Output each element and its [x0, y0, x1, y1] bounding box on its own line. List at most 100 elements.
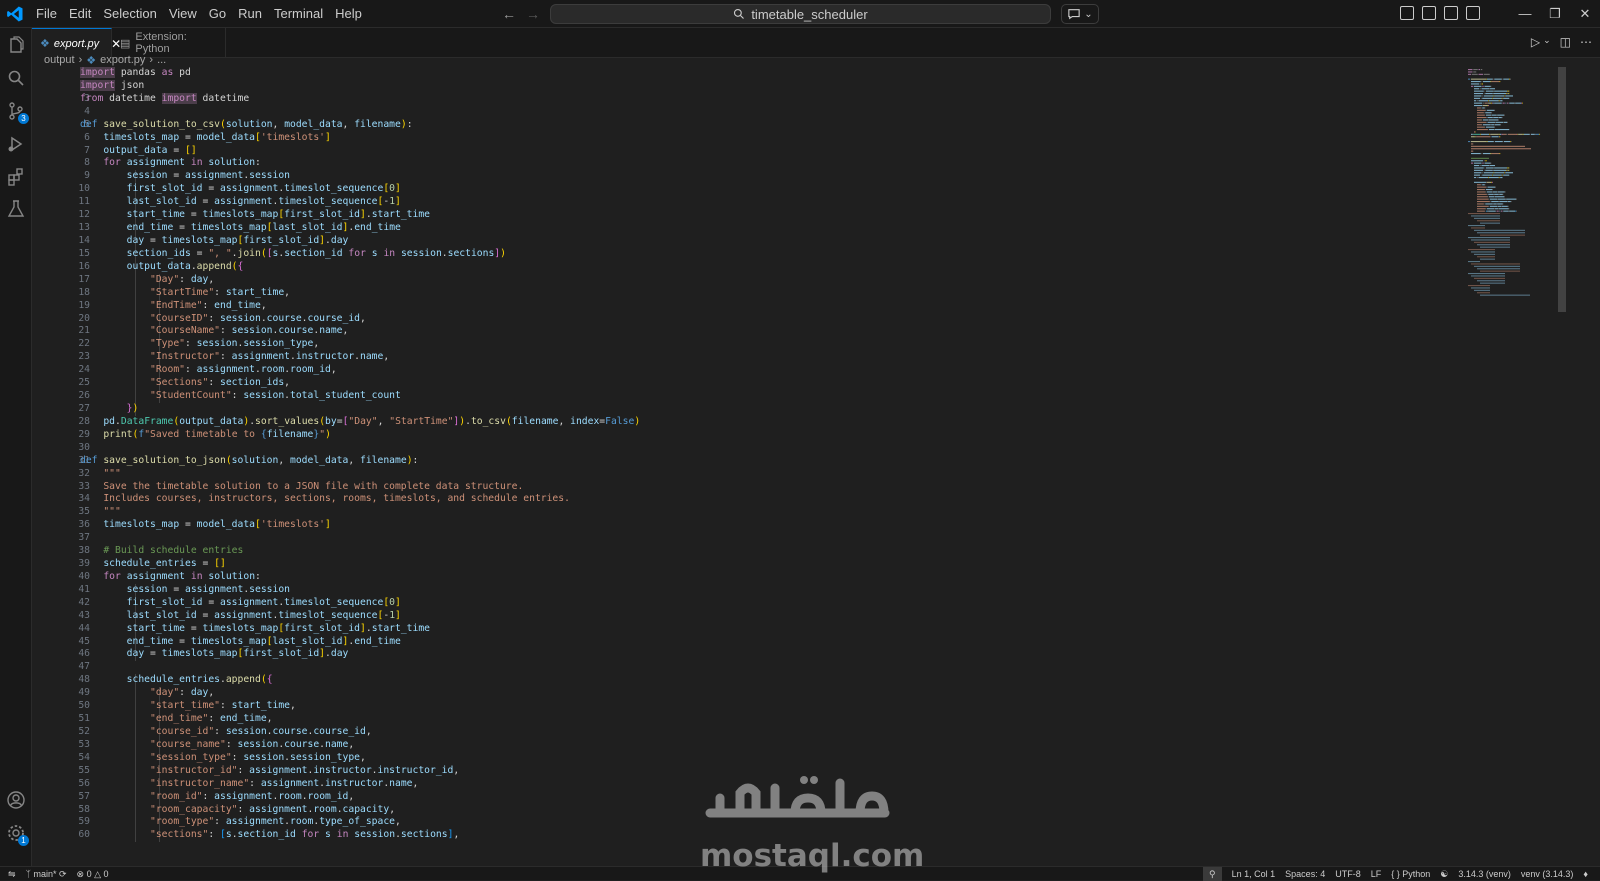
- extensions-icon[interactable]: [6, 167, 26, 187]
- code-line[interactable]: 46 day = timeslots_map[first_slot_id].da…: [32, 648, 1462, 662]
- code-line[interactable]: 42 first_slot_id = assignment.timeslot_s…: [32, 596, 1462, 610]
- code-editor[interactable]: 1import pandas as pd2import json3from da…: [32, 67, 1462, 845]
- code-line[interactable]: 13 end_time = timeslots_map[last_slot_id…: [32, 222, 1462, 235]
- encoding[interactable]: UTF-8: [1335, 869, 1361, 879]
- run-debug-icon[interactable]: [6, 134, 26, 154]
- minimap[interactable]: [1462, 67, 1558, 312]
- toggle-panel-icon[interactable]: [1444, 6, 1458, 20]
- code-line[interactable]: 8 for assignment in solution:: [32, 157, 1462, 170]
- code-line[interactable]: 45 end_time = timeslots_map[last_slot_id…: [32, 635, 1462, 649]
- code-line[interactable]: 50 "start_time": start_time,: [32, 700, 1462, 714]
- source-control-icon[interactable]: 3: [6, 101, 29, 124]
- menu-selection[interactable]: Selection: [97, 0, 162, 28]
- more-actions-icon[interactable]: ⋯: [1580, 35, 1592, 49]
- code-line[interactable]: 35 """: [32, 506, 1462, 519]
- code-line[interactable]: 1import pandas as pd: [32, 67, 1462, 80]
- bell-icon[interactable]: ♦: [1583, 869, 1588, 879]
- python-environment[interactable]: venv (3.14.3): [1521, 869, 1574, 879]
- code-line[interactable]: 37: [32, 532, 1462, 545]
- code-line[interactable]: 28 pd.DataFrame(output_data).sort_values…: [32, 416, 1462, 429]
- code-line[interactable]: 18 "StartTime": start_time,: [32, 286, 1462, 300]
- minimize-icon[interactable]: —: [1510, 0, 1540, 28]
- code-line[interactable]: 7 output_data = []: [32, 145, 1462, 158]
- code-line[interactable]: 27 }): [32, 402, 1462, 416]
- split-editor-icon[interactable]: ◫: [1560, 35, 1571, 49]
- code-line[interactable]: 10 first_slot_id = assignment.timeslot_s…: [32, 183, 1462, 197]
- restore-icon[interactable]: ❐: [1540, 0, 1570, 28]
- code-line[interactable]: 17 "Day": day,: [32, 273, 1462, 287]
- code-line[interactable]: 44 start_time = timeslots_map[first_slot…: [32, 622, 1462, 636]
- toggle-primary-sidebar-icon[interactable]: [1422, 6, 1436, 20]
- menu-file[interactable]: File: [30, 0, 63, 28]
- chevron-down-icon[interactable]: ⌄: [1543, 35, 1551, 49]
- search-icon[interactable]: [6, 68, 26, 88]
- code-line[interactable]: 24 "Room": assignment.room.room_id,: [32, 364, 1462, 378]
- code-line[interactable]: 12 start_time = timeslots_map[first_slot…: [32, 209, 1462, 223]
- interpreter[interactable]: 3.14.3 (venv): [1458, 869, 1511, 879]
- menu-help[interactable]: Help: [329, 0, 368, 28]
- code-line[interactable]: 40 for assignment in solution:: [32, 571, 1462, 584]
- problems-status[interactable]: ⊗ 0 △ 0: [77, 869, 109, 880]
- code-line[interactable]: 22 "Type": session.session_type,: [32, 338, 1462, 352]
- code-line[interactable]: 9 session = assignment.session: [32, 170, 1462, 184]
- code-line[interactable]: 31 def save_solution_to_json(solution, mo…: [32, 455, 1462, 468]
- code-line[interactable]: 30: [32, 442, 1462, 455]
- beaker-icon[interactable]: [6, 199, 26, 219]
- language-mode[interactable]: { } Python: [1391, 869, 1430, 879]
- code-line[interactable]: 20 "CourseID": session.course.course_id,: [32, 312, 1462, 326]
- code-line[interactable]: 39 schedule_entries = []: [32, 558, 1462, 571]
- account-icon[interactable]: [6, 790, 26, 810]
- code-line[interactable]: 15 section_ids = ", ".join([s.section_id…: [32, 247, 1462, 261]
- code-line[interactable]: 5 def save_solution_to_csv(solution, mode…: [32, 119, 1462, 132]
- indentation[interactable]: Spaces: 4: [1285, 869, 1325, 879]
- code-line[interactable]: 29 print(f"Saved timetable to {filename}…: [32, 429, 1462, 442]
- menu-run[interactable]: Run: [232, 0, 268, 28]
- branch-status[interactable]: ᛉ main* ⟳: [26, 869, 67, 880]
- code-line[interactable]: 6 timeslots_map = model_data['timeslots'…: [32, 132, 1462, 145]
- code-line[interactable]: 43 last_slot_id = assignment.timeslot_se…: [32, 609, 1462, 623]
- remote-icon[interactable]: ⇋: [8, 869, 16, 880]
- code-line[interactable]: 4: [32, 106, 1462, 119]
- code-line[interactable]: 33 Save the timetable solution to a JSON…: [32, 481, 1462, 494]
- code-line[interactable]: 32 """: [32, 468, 1462, 481]
- code-line[interactable]: 11 last_slot_id = assignment.timeslot_se…: [32, 196, 1462, 210]
- breadcrumb-more[interactable]: ...: [157, 54, 166, 66]
- breadcrumb-file[interactable]: export.py: [100, 54, 145, 66]
- arrow-right-icon[interactable]: →: [526, 6, 540, 22]
- end-of-line[interactable]: LF: [1371, 869, 1382, 879]
- files-icon[interactable]: [6, 36, 26, 56]
- code-line[interactable]: 51 "end_time": end_time,: [32, 713, 1462, 727]
- code-line[interactable]: 54 "session_type": session.session_type,: [32, 751, 1462, 765]
- menu-edit[interactable]: Edit: [63, 0, 97, 28]
- code-line[interactable]: 23 "Instructor": assignment.instructor.n…: [32, 351, 1462, 365]
- zoom-icon[interactable]: ⚲: [1203, 867, 1222, 881]
- code-line[interactable]: 38 # Build schedule entries: [32, 545, 1462, 558]
- code-line[interactable]: 25 "Sections": section_ids,: [32, 377, 1462, 391]
- code-line[interactable]: 52 "course_id": session.course.course_id…: [32, 726, 1462, 739]
- code-line[interactable]: 21 "CourseName": session.course.name,: [32, 325, 1462, 339]
- code-line[interactable]: 19 "EndTime": end_time,: [32, 299, 1462, 313]
- command-center-search[interactable]: timetable_scheduler: [550, 4, 1051, 24]
- code-line[interactable]: 41 session = assignment.session: [32, 583, 1462, 597]
- code-line[interactable]: 2import json: [32, 79, 1462, 93]
- code-line[interactable]: 26 "StudentCount": session.total_student…: [32, 390, 1462, 403]
- vscode-logo-icon[interactable]: [6, 5, 24, 23]
- breadcrumb-folder[interactable]: output: [44, 54, 75, 66]
- cursor-position[interactable]: Ln 1, Col 1: [1232, 869, 1276, 879]
- code-line[interactable]: 47: [32, 661, 1462, 674]
- close-icon[interactable]: ✕: [1570, 0, 1600, 28]
- menu-go[interactable]: Go: [203, 0, 232, 28]
- code-line[interactable]: 36 timeslots_map = model_data['timeslots…: [32, 519, 1462, 532]
- code-line[interactable]: 14 day = timeslots_map[first_slot_id].da…: [32, 234, 1462, 248]
- copilot-chat-button[interactable]: ⌄: [1061, 4, 1099, 24]
- run-python-file-icon[interactable]: ▷: [1531, 35, 1540, 49]
- code-line[interactable]: 34 Includes courses, instructors, sectio…: [32, 493, 1462, 506]
- code-line[interactable]: 3 from datetime import datetime: [32, 92, 1462, 106]
- scrollbar-thumb[interactable]: [1558, 67, 1566, 312]
- gear-icon[interactable]: 1: [6, 823, 29, 846]
- code-line[interactable]: 16 output_data.append({: [32, 260, 1462, 274]
- code-line[interactable]: 49 "day": day,: [32, 687, 1462, 701]
- code-line[interactable]: 48 schedule_entries.append({: [32, 674, 1462, 688]
- customize-layout-icon[interactable]: [1400, 6, 1414, 20]
- code-line[interactable]: 53 "course_name": session.course.name,: [32, 738, 1462, 752]
